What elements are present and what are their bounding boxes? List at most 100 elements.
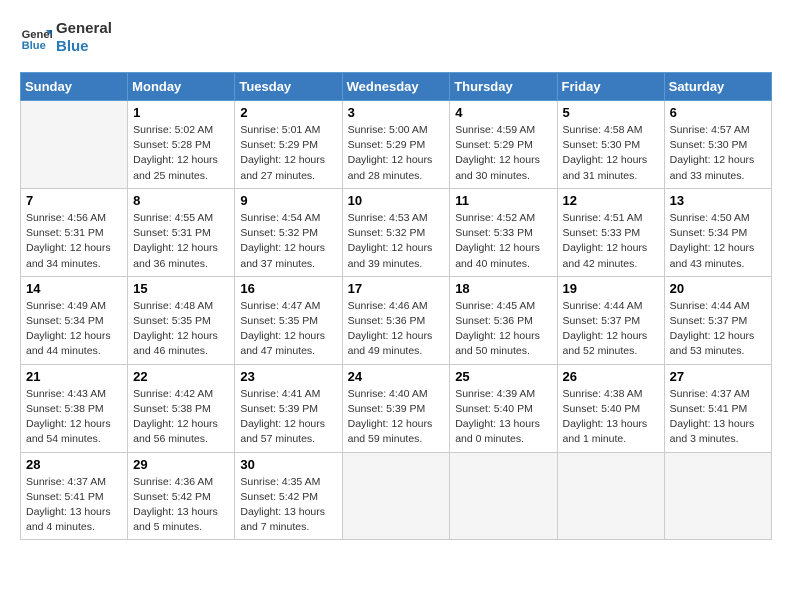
calendar-cell: 24 Sunrise: 4:40 AM Sunset: 5:39 PM Dayli… [342, 364, 450, 452]
day-number: 2 [240, 105, 336, 120]
day-info: Sunrise: 5:02 AM Sunset: 5:28 PM Dayligh… [133, 123, 229, 184]
calendar-cell: 23 Sunrise: 4:41 AM Sunset: 5:39 PM Dayli… [235, 364, 342, 452]
day-number: 1 [133, 105, 229, 120]
day-number: 12 [563, 193, 659, 208]
day-number: 25 [455, 369, 551, 384]
day-info: Sunrise: 4:46 AM Sunset: 5:36 PM Dayligh… [348, 299, 445, 360]
calendar-cell: 6 Sunrise: 4:57 AM Sunset: 5:30 PM Daylig… [664, 101, 771, 189]
logo-icon: General Blue [20, 22, 52, 54]
day-number: 16 [240, 281, 336, 296]
calendar-cell: 30Sunrise: 4:35 AM Sunset: 5:42 PM Dayli… [235, 452, 342, 540]
calendar-cell: 10 Sunrise: 4:53 AM Sunset: 5:32 PM Dayli… [342, 188, 450, 276]
day-number: 19 [563, 281, 659, 296]
week-row-4: 21Sunrise: 4:43 AM Sunset: 5:38 PM Dayli… [21, 364, 772, 452]
column-header-wednesday: Wednesday [342, 73, 450, 101]
day-info: Sunrise: 4:53 AM Sunset: 5:32 PM Dayligh… [348, 211, 445, 272]
week-row-2: 7Sunrise: 4:56 AM Sunset: 5:31 PM Daylig… [21, 188, 772, 276]
day-info: Sunrise: 4:44 AM Sunset: 5:37 PM Dayligh… [670, 299, 766, 360]
day-info: Sunrise: 4:54 AM Sunset: 5:32 PM Dayligh… [240, 211, 336, 272]
day-number: 14 [26, 281, 122, 296]
week-row-1: 1 Sunrise: 5:02 AM Sunset: 5:28 PM Daylig… [21, 101, 772, 189]
day-number: 22 [133, 369, 229, 384]
logo-general: General [56, 20, 112, 38]
calendar-cell: 26Sunrise: 4:38 AM Sunset: 5:40 PM Dayli… [557, 364, 664, 452]
calendar-cell: 20 Sunrise: 4:44 AM Sunset: 5:37 PM Dayli… [664, 276, 771, 364]
column-header-saturday: Saturday [664, 73, 771, 101]
day-number: 28 [26, 457, 122, 472]
day-info: Sunrise: 4:44 AM Sunset: 5:37 PM Dayligh… [563, 299, 659, 360]
day-number: 8 [133, 193, 229, 208]
calendar-cell: 18Sunrise: 4:45 AM Sunset: 5:36 PM Dayli… [450, 276, 557, 364]
day-number: 24 [348, 369, 445, 384]
calendar-cell [342, 452, 450, 540]
day-number: 10 [348, 193, 445, 208]
day-info: Sunrise: 4:52 AM Sunset: 5:33 PM Dayligh… [455, 211, 551, 272]
column-header-tuesday: Tuesday [235, 73, 342, 101]
day-info: Sunrise: 5:00 AM Sunset: 5:29 PM Dayligh… [348, 123, 445, 184]
week-row-5: 28 Sunrise: 4:37 AM Sunset: 5:41 PM Dayli… [21, 452, 772, 540]
calendar-cell: 19 Sunrise: 4:44 AM Sunset: 5:37 PM Dayli… [557, 276, 664, 364]
day-info: Sunrise: 4:55 AM Sunset: 5:31 PM Dayligh… [133, 211, 229, 272]
calendar-cell: 29 Sunrise: 4:36 AM Sunset: 5:42 PM Dayli… [128, 452, 235, 540]
day-number: 27 [670, 369, 766, 384]
day-number: 17 [348, 281, 445, 296]
column-header-monday: Monday [128, 73, 235, 101]
day-info: Sunrise: 4:41 AM Sunset: 5:39 PM Dayligh… [240, 387, 336, 448]
calendar-cell: 27 Sunrise: 4:37 AM Sunset: 5:41 PM Dayli… [664, 364, 771, 452]
calendar-cell: 12 Sunrise: 4:51 AM Sunset: 5:33 PM Dayli… [557, 188, 664, 276]
calendar-cell: 21Sunrise: 4:43 AM Sunset: 5:38 PM Dayli… [21, 364, 128, 452]
day-number: 29 [133, 457, 229, 472]
column-header-thursday: Thursday [450, 73, 557, 101]
day-number: 13 [670, 193, 766, 208]
day-info: Sunrise: 4:42 AM Sunset: 5:38 PM Dayligh… [133, 387, 229, 448]
calendar-cell: 25Sunrise: 4:39 AM Sunset: 5:40 PM Dayli… [450, 364, 557, 452]
day-number: 7 [26, 193, 122, 208]
day-info: Sunrise: 4:50 AM Sunset: 5:34 PM Dayligh… [670, 211, 766, 272]
column-header-sunday: Sunday [21, 73, 128, 101]
calendar-cell: 11 Sunrise: 4:52 AM Sunset: 5:33 PM Dayli… [450, 188, 557, 276]
header-row: SundayMondayTuesdayWednesdayThursdayFrid… [21, 73, 772, 101]
calendar-cell: 7Sunrise: 4:56 AM Sunset: 5:31 PM Daylig… [21, 188, 128, 276]
day-info: Sunrise: 4:58 AM Sunset: 5:30 PM Dayligh… [563, 123, 659, 184]
day-number: 23 [240, 369, 336, 384]
column-header-friday: Friday [557, 73, 664, 101]
day-number: 20 [670, 281, 766, 296]
day-number: 18 [455, 281, 551, 296]
calendar-cell: 3Sunrise: 5:00 AM Sunset: 5:29 PM Daylig… [342, 101, 450, 189]
calendar-table: SundayMondayTuesdayWednesdayThursdayFrid… [20, 72, 772, 540]
day-number: 6 [670, 105, 766, 120]
day-info: Sunrise: 4:40 AM Sunset: 5:39 PM Dayligh… [348, 387, 445, 448]
svg-text:Blue: Blue [22, 40, 46, 52]
calendar-cell: 15 Sunrise: 4:48 AM Sunset: 5:35 PM Dayli… [128, 276, 235, 364]
day-info: Sunrise: 4:49 AM Sunset: 5:34 PM Dayligh… [26, 299, 122, 360]
day-number: 15 [133, 281, 229, 296]
calendar-cell: 17 Sunrise: 4:46 AM Sunset: 5:36 PM Dayli… [342, 276, 450, 364]
day-info: Sunrise: 4:43 AM Sunset: 5:38 PM Dayligh… [26, 387, 122, 448]
day-info: Sunrise: 4:48 AM Sunset: 5:35 PM Dayligh… [133, 299, 229, 360]
calendar-cell: 2 Sunrise: 5:01 AM Sunset: 5:29 PM Daylig… [235, 101, 342, 189]
day-info: Sunrise: 4:37 AM Sunset: 5:41 PM Dayligh… [26, 475, 122, 536]
day-number: 5 [563, 105, 659, 120]
day-info: Sunrise: 4:59 AM Sunset: 5:29 PM Dayligh… [455, 123, 551, 184]
calendar-cell: 14 Sunrise: 4:49 AM Sunset: 5:34 PM Dayli… [21, 276, 128, 364]
calendar-cell: 4Sunrise: 4:59 AM Sunset: 5:29 PM Daylig… [450, 101, 557, 189]
day-info: Sunrise: 4:47 AM Sunset: 5:35 PM Dayligh… [240, 299, 336, 360]
day-number: 9 [240, 193, 336, 208]
calendar-cell: 28 Sunrise: 4:37 AM Sunset: 5:41 PM Dayli… [21, 452, 128, 540]
logo: General Blue General Blue [20, 20, 112, 56]
day-info: Sunrise: 4:51 AM Sunset: 5:33 PM Dayligh… [563, 211, 659, 272]
day-info: Sunrise: 4:57 AM Sunset: 5:30 PM Dayligh… [670, 123, 766, 184]
calendar-cell [557, 452, 664, 540]
calendar-cell: 9 Sunrise: 4:54 AM Sunset: 5:32 PM Daylig… [235, 188, 342, 276]
day-info: Sunrise: 4:36 AM Sunset: 5:42 PM Dayligh… [133, 475, 229, 536]
day-info: Sunrise: 4:35 AM Sunset: 5:42 PM Dayligh… [240, 475, 336, 536]
day-info: Sunrise: 4:37 AM Sunset: 5:41 PM Dayligh… [670, 387, 766, 448]
page-header: General Blue General Blue [20, 20, 772, 56]
day-info: Sunrise: 5:01 AM Sunset: 5:29 PM Dayligh… [240, 123, 336, 184]
calendar-cell: 8 Sunrise: 4:55 AM Sunset: 5:31 PM Daylig… [128, 188, 235, 276]
day-number: 26 [563, 369, 659, 384]
calendar-cell [21, 101, 128, 189]
calendar-cell [664, 452, 771, 540]
day-number: 11 [455, 193, 551, 208]
calendar-cell: 1 Sunrise: 5:02 AM Sunset: 5:28 PM Daylig… [128, 101, 235, 189]
